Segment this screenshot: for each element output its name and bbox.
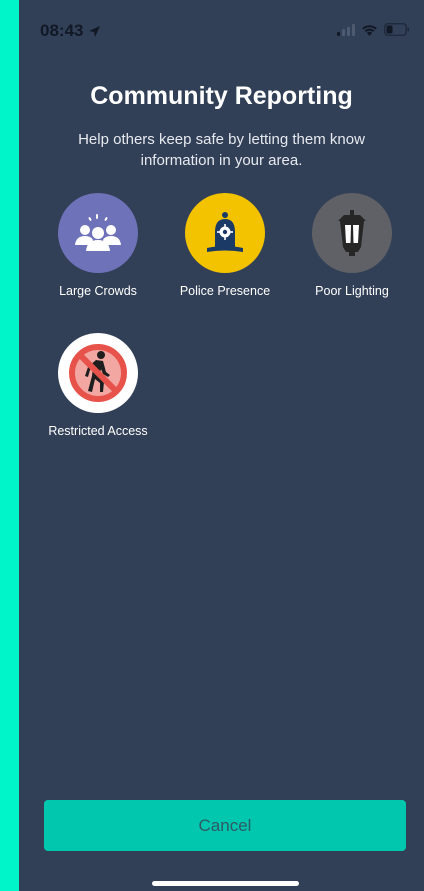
status-icons	[337, 23, 410, 36]
location-arrow-icon	[89, 25, 101, 37]
restricted-access-badge	[58, 333, 138, 413]
police-helmet-icon	[207, 212, 243, 252]
cellular-signal-icon	[337, 23, 355, 36]
status-bar: 08:43	[19, 0, 424, 62]
no-pedestrian-icon	[69, 344, 127, 402]
large-crowds-badge	[58, 193, 138, 273]
time-label: 08:43	[40, 21, 84, 40]
home-indicator[interactable]	[152, 881, 299, 886]
report-large-crowds[interactable]: Large Crowds	[38, 193, 158, 298]
community-reporting-screen: 08:43 Community Reporting Help others ke…	[19, 0, 424, 891]
report-label: Poor Lighting	[315, 284, 389, 298]
wifi-icon	[362, 24, 377, 36]
status-time: 08:43	[40, 21, 101, 41]
report-poor-lighting[interactable]: Poor Lighting	[292, 193, 412, 298]
page-title: Community Reporting	[90, 82, 353, 110]
police-presence-badge	[185, 193, 265, 273]
report-restricted-access[interactable]: Restricted Access	[38, 333, 158, 438]
poor-lighting-badge	[312, 193, 392, 273]
page-subtitle: Help others keep safe by letting them kn…	[78, 131, 365, 169]
report-label: Large Crowds	[59, 284, 137, 298]
street-lamp-icon	[338, 210, 366, 256]
crowd-icon	[75, 214, 121, 251]
report-label: Police Presence	[179, 284, 271, 298]
cancel-button[interactable]: Cancel	[44, 800, 406, 851]
report-police-presence[interactable]: Police Presence	[165, 193, 285, 298]
battery-icon	[384, 23, 410, 36]
report-label: Restricted Access	[48, 424, 148, 438]
